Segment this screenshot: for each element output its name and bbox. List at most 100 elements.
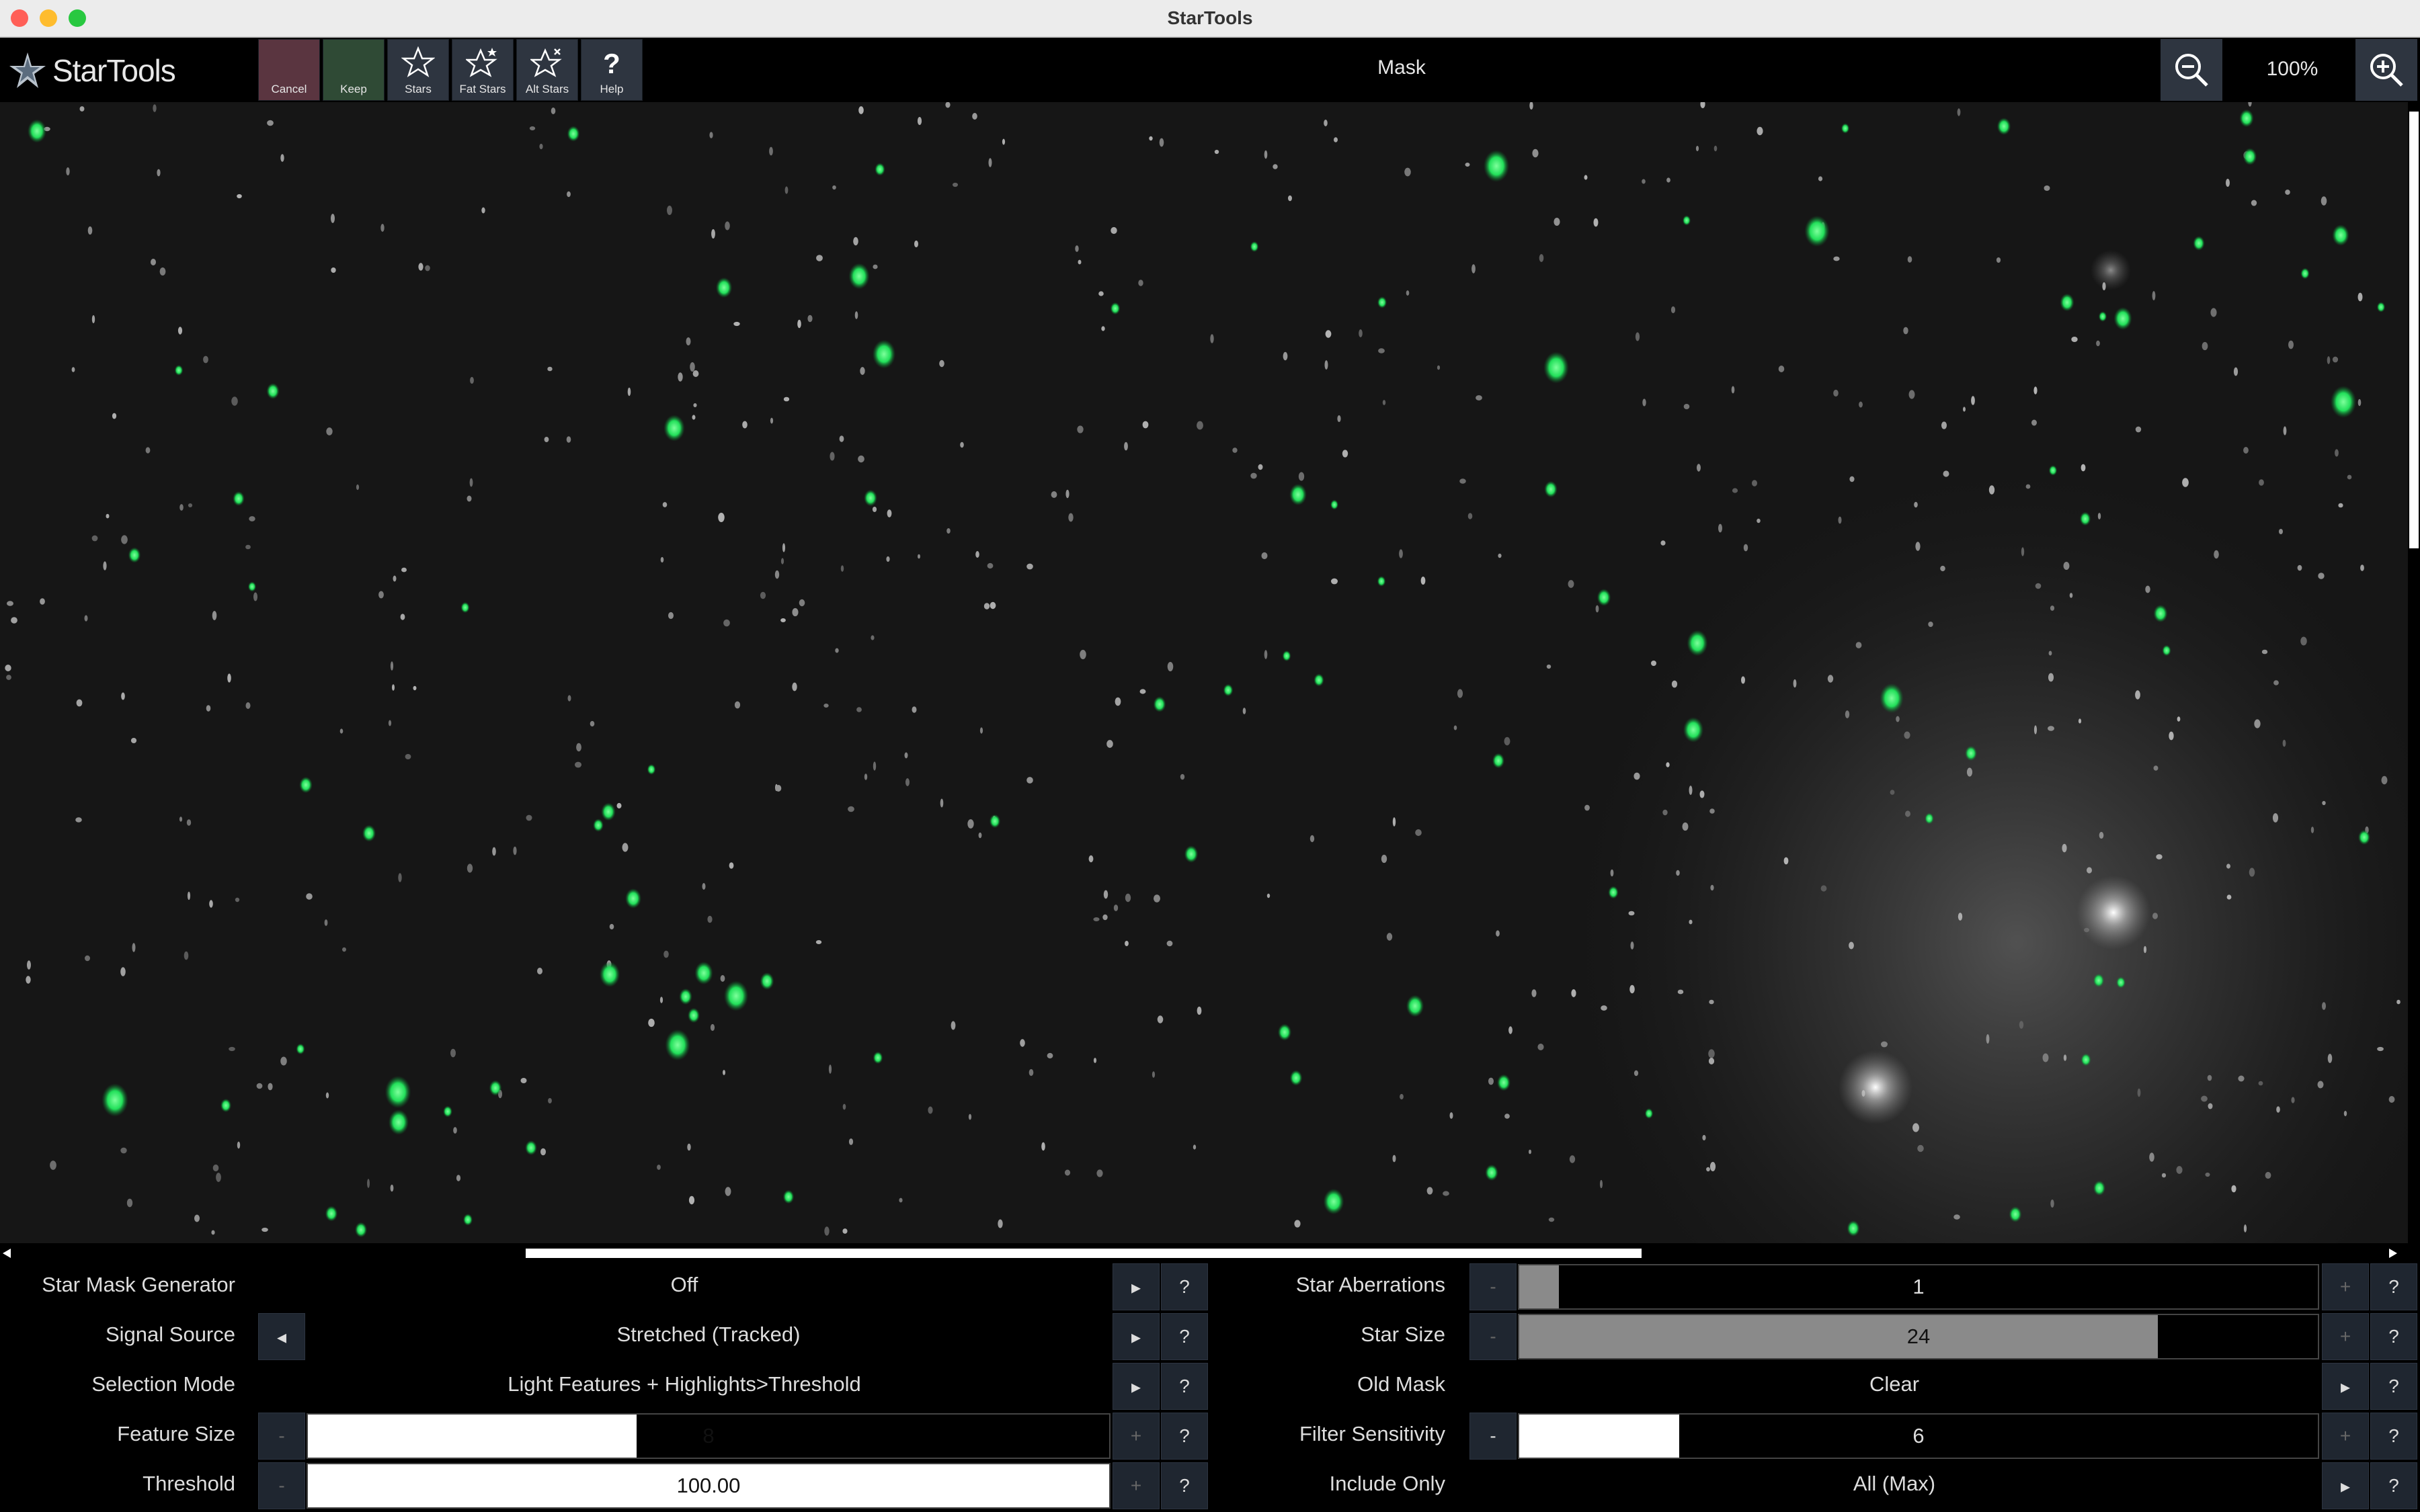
faint-star xyxy=(872,507,877,512)
selection-mode-next-button[interactable]: ▸ xyxy=(1113,1363,1160,1410)
include-only-help-button[interactable]: ? xyxy=(2370,1462,2417,1509)
maximize-window-button[interactable] xyxy=(69,9,86,27)
faint-star xyxy=(1331,578,1338,585)
zoom-out-button[interactable] xyxy=(2161,39,2222,101)
fat-stars-button[interactable]: Fat Stars xyxy=(452,39,514,101)
star-mask-generator-next-button[interactable]: ▸ xyxy=(1113,1263,1160,1310)
image-viewport[interactable] xyxy=(0,102,2408,1243)
minimize-window-button[interactable] xyxy=(40,9,57,27)
vertical-scroll-thumb[interactable] xyxy=(2409,112,2419,548)
param-value-star-mask-generator[interactable]: Off xyxy=(259,1273,1109,1297)
star-size-help-button[interactable]: ? xyxy=(2370,1313,2417,1360)
scroll-right-arrow-icon[interactable] xyxy=(2388,1247,2398,1259)
param-value-include-only[interactable]: All (Max) xyxy=(1469,1472,2319,1496)
faint-star xyxy=(2050,1200,2054,1208)
feature-size-slider[interactable]: 8 xyxy=(307,1413,1111,1459)
signal-source-prev-button[interactable]: ◂ xyxy=(258,1313,305,1360)
star-aberrations-slider[interactable]: 1 xyxy=(1518,1264,2319,1310)
faint-star xyxy=(203,355,208,364)
help-icon: ? xyxy=(2388,1376,2399,1396)
feature-size-decrease-button[interactable]: - xyxy=(258,1413,305,1460)
feature-size-help-button[interactable]: ? xyxy=(1161,1413,1208,1460)
faint-star xyxy=(2161,1173,2167,1178)
faint-star xyxy=(50,1161,56,1170)
faint-star xyxy=(899,1198,903,1203)
faint-star xyxy=(1077,425,1084,433)
filter-sensitivity-help-button[interactable]: ? xyxy=(2370,1413,2417,1460)
signal-source-help-button[interactable]: ? xyxy=(1161,1313,1208,1360)
param-value-selection-mode[interactable]: Light Features + Highlights>Threshold xyxy=(259,1372,1109,1396)
close-window-button[interactable] xyxy=(11,9,28,27)
faint-star xyxy=(1197,421,1203,430)
faint-star xyxy=(1498,553,1502,558)
faint-star xyxy=(2096,340,2100,347)
faint-star xyxy=(1334,137,1338,142)
faint-star xyxy=(153,104,157,112)
filter-sensitivity-decrease-button[interactable]: - xyxy=(1469,1413,1517,1460)
threshold-slider[interactable]: 100.00 xyxy=(307,1463,1111,1509)
keep-button[interactable]: Keep xyxy=(323,39,385,101)
star-size-decrease-button[interactable]: - xyxy=(1469,1313,1517,1360)
threshold-increase-button[interactable]: + xyxy=(1113,1462,1160,1509)
faint-star xyxy=(1381,854,1387,864)
faint-star xyxy=(2019,1021,2024,1029)
faint-star xyxy=(184,951,189,960)
star-aberrations-help-button[interactable]: ? xyxy=(2370,1263,2417,1310)
signal-source-next-button[interactable]: ▸ xyxy=(1113,1313,1160,1360)
scroll-left-arrow-icon[interactable] xyxy=(1,1247,12,1259)
faint-star xyxy=(979,727,983,734)
feature-size-increase-button[interactable]: + xyxy=(1113,1413,1160,1460)
faint-star xyxy=(187,891,191,900)
help-button[interactable]: ? Help xyxy=(581,39,643,101)
mask-star-marker xyxy=(1323,1188,1344,1215)
zoom-in-button[interactable] xyxy=(2355,39,2417,101)
threshold-help-button[interactable]: ? xyxy=(1161,1462,1208,1509)
faint-star xyxy=(1096,1169,1103,1177)
faint-star xyxy=(2377,1046,2384,1052)
filter-sensitivity-increase-button[interactable]: + xyxy=(2322,1413,2369,1460)
param-value-signal-source[interactable]: Stretched (Tracked) xyxy=(307,1322,1111,1347)
faint-star xyxy=(2282,739,2286,747)
faint-star xyxy=(1106,740,1113,748)
include-only-next-button[interactable]: ▸ xyxy=(2322,1462,2369,1509)
old-mask-next-button[interactable]: ▸ xyxy=(2322,1363,2369,1410)
cancel-button[interactable]: Cancel xyxy=(258,39,320,101)
selection-mode-help-button[interactable]: ? xyxy=(1161,1363,1208,1410)
faint-star xyxy=(830,452,835,461)
star-mask-generator-help-button[interactable]: ? xyxy=(1161,1263,1208,1310)
faint-star xyxy=(663,950,669,958)
stars-button[interactable]: Stars xyxy=(387,39,449,101)
plus-icon: + xyxy=(2339,1326,2351,1347)
horizontal-scrollbar[interactable] xyxy=(0,1243,2420,1263)
faint-star xyxy=(688,1195,695,1205)
star-size-increase-button[interactable]: + xyxy=(2322,1313,2369,1360)
mask-star-marker xyxy=(567,126,580,142)
faint-star xyxy=(1958,913,1963,921)
star-size-slider[interactable]: 24 xyxy=(1518,1314,2319,1359)
alt-stars-button[interactable]: Alt Stars xyxy=(516,39,578,101)
faint-star xyxy=(2135,690,2140,700)
faint-star xyxy=(622,843,629,852)
faint-star xyxy=(1264,150,1268,159)
faint-star xyxy=(2381,775,2388,785)
mask-star-marker xyxy=(1184,845,1199,863)
threshold-decrease-button[interactable]: - xyxy=(258,1462,305,1509)
star-aberrations-increase-button[interactable]: + xyxy=(2322,1263,2369,1310)
filter-sensitivity-slider[interactable]: 6 xyxy=(1518,1413,2319,1459)
mask-star-marker xyxy=(782,1189,795,1204)
faint-star xyxy=(1548,1217,1555,1222)
old-mask-help-button[interactable]: ? xyxy=(2370,1363,2417,1410)
faint-star xyxy=(1845,710,1850,718)
horizontal-scroll-thumb[interactable] xyxy=(526,1249,1642,1258)
faint-star xyxy=(1676,870,1680,876)
param-value-old-mask[interactable]: Clear xyxy=(1469,1372,2319,1396)
vertical-scrollbar[interactable] xyxy=(2408,102,2420,1243)
faint-star xyxy=(854,311,858,319)
faint-star xyxy=(342,947,346,952)
mask-star-marker xyxy=(1289,1070,1303,1086)
faint-star xyxy=(71,367,75,372)
faint-star xyxy=(26,976,31,984)
faint-star xyxy=(1682,822,1689,831)
star-aberrations-decrease-button[interactable]: - xyxy=(1469,1263,1517,1310)
mask-star-marker xyxy=(1485,1164,1498,1181)
